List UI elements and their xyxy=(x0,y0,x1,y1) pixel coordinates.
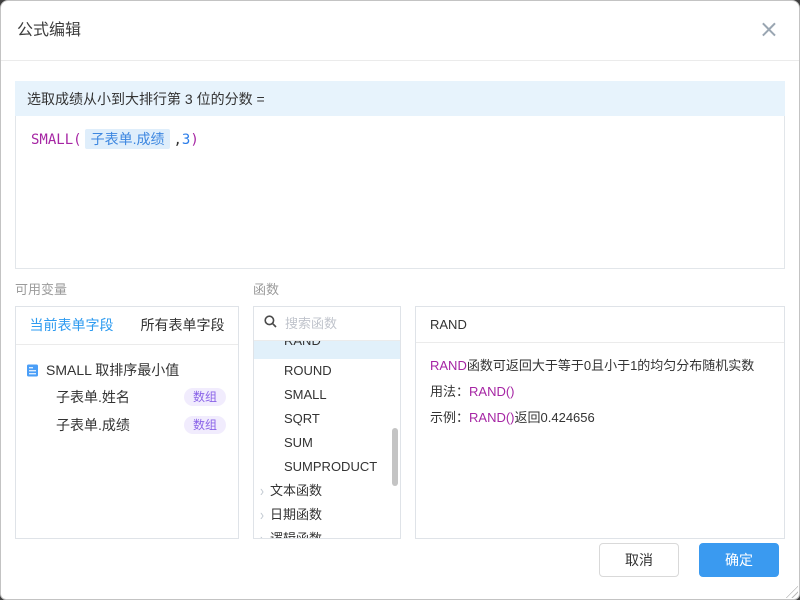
function-list: RAND ROUND SMALL SQRT SUM SUMPRODUCT › 文… xyxy=(254,341,400,539)
array-badge: 数组 xyxy=(184,416,226,434)
function-usage: 用法：RAND() xyxy=(430,379,770,405)
formula-description: 选取成绩从小到大排行第 3 位的分数 = xyxy=(15,81,785,116)
function-item-selected[interactable]: RAND xyxy=(254,341,400,359)
form-icon xyxy=(26,364,39,377)
tab-all-form-fields[interactable]: 所有表单字段 xyxy=(127,307,238,344)
formula-comma: , xyxy=(173,132,181,148)
confirm-button[interactable]: 确定 xyxy=(699,543,779,577)
formula-editor-input[interactable]: SMALL(子表单.成绩,3) xyxy=(15,116,785,269)
function-detail-panel: RAND RAND函数可返回大于等于0且小于1的均匀分布随机实数 用法：RAND… xyxy=(415,306,785,539)
formula-open-paren: ( xyxy=(73,132,81,148)
dialog-content: 选取成绩从小到大排行第 3 位的分数 = SMALL(子表单.成绩,3) 可用变… xyxy=(1,81,799,539)
variables-label: 可用变量 xyxy=(15,279,253,298)
functions-panel: RAND ROUND SMALL SQRT SUM SUMPRODUCT › 文… xyxy=(253,306,401,539)
function-description: RAND函数可返回大于等于0且小于1的均匀分布随机实数 xyxy=(430,353,770,379)
dialog-header: 公式编辑 × xyxy=(1,1,799,61)
panel-labels-row: 可用变量 函数 xyxy=(15,279,785,298)
function-search-input[interactable] xyxy=(285,316,390,331)
dialog-footer: 取消 确定 xyxy=(599,543,779,577)
formula-function-token: SMALL xyxy=(31,132,73,148)
variables-tabs: 当前表单字段 所有表单字段 xyxy=(16,307,238,345)
scrollbar-thumb[interactable] xyxy=(392,428,398,486)
variables-tree: SMALL 取排序最小值 子表单.姓名 数组 子表单.成绩 数组 xyxy=(16,345,238,439)
variables-panel: 当前表单字段 所有表单字段 SMALL 取排序最小值 子表单.姓名 数组 xyxy=(15,306,239,539)
function-item[interactable]: SUMPRODUCT xyxy=(254,455,400,479)
formula-close-paren: ) xyxy=(190,132,198,148)
panels-row: 当前表单字段 所有表单字段 SMALL 取排序最小值 子表单.姓名 数组 xyxy=(15,306,785,539)
resize-grip[interactable] xyxy=(784,584,798,598)
function-item[interactable]: ROUND xyxy=(254,359,400,383)
tree-item-label: 子表单.成绩 xyxy=(56,415,130,435)
tree-item-subform-score[interactable]: 子表单.成绩 数组 xyxy=(24,411,226,439)
function-group-logic[interactable]: › 逻辑函数 xyxy=(254,527,400,539)
formula-edit-dialog: 公式编辑 × 选取成绩从小到大排行第 3 位的分数 = SMALL(子表单.成绩… xyxy=(0,0,800,600)
function-group-date[interactable]: › 日期函数 xyxy=(254,503,400,527)
tree-root-item[interactable]: SMALL 取排序最小值 xyxy=(24,357,226,383)
functions-label: 函数 xyxy=(253,279,401,298)
function-detail-body: RAND函数可返回大于等于0且小于1的均匀分布随机实数 用法：RAND() 示例… xyxy=(416,343,784,441)
array-badge: 数组 xyxy=(184,388,226,406)
function-example: 示例：RAND()返回0.424656 xyxy=(430,405,770,431)
function-detail-title: RAND xyxy=(416,307,784,343)
formula-field-chip: 子表单.成绩 xyxy=(85,129,171,149)
tree-root-label: SMALL 取排序最小值 xyxy=(46,360,179,380)
tree-item-label: 子表单.姓名 xyxy=(56,387,130,407)
dialog-title: 公式编辑 xyxy=(17,22,81,39)
tree-item-subform-name[interactable]: 子表单.姓名 数组 xyxy=(24,383,226,411)
function-search-row xyxy=(254,307,400,341)
function-item[interactable]: SMALL xyxy=(254,383,400,407)
close-icon[interactable]: × xyxy=(759,1,779,61)
function-item[interactable]: SUM xyxy=(254,431,400,455)
function-item[interactable]: SQRT xyxy=(254,407,400,431)
cancel-button[interactable]: 取消 xyxy=(599,543,679,577)
function-group-text[interactable]: › 文本函数 xyxy=(254,479,400,503)
tab-current-form-fields[interactable]: 当前表单字段 xyxy=(16,307,127,344)
search-icon xyxy=(264,315,277,333)
chevron-right-icon: › xyxy=(260,523,264,539)
